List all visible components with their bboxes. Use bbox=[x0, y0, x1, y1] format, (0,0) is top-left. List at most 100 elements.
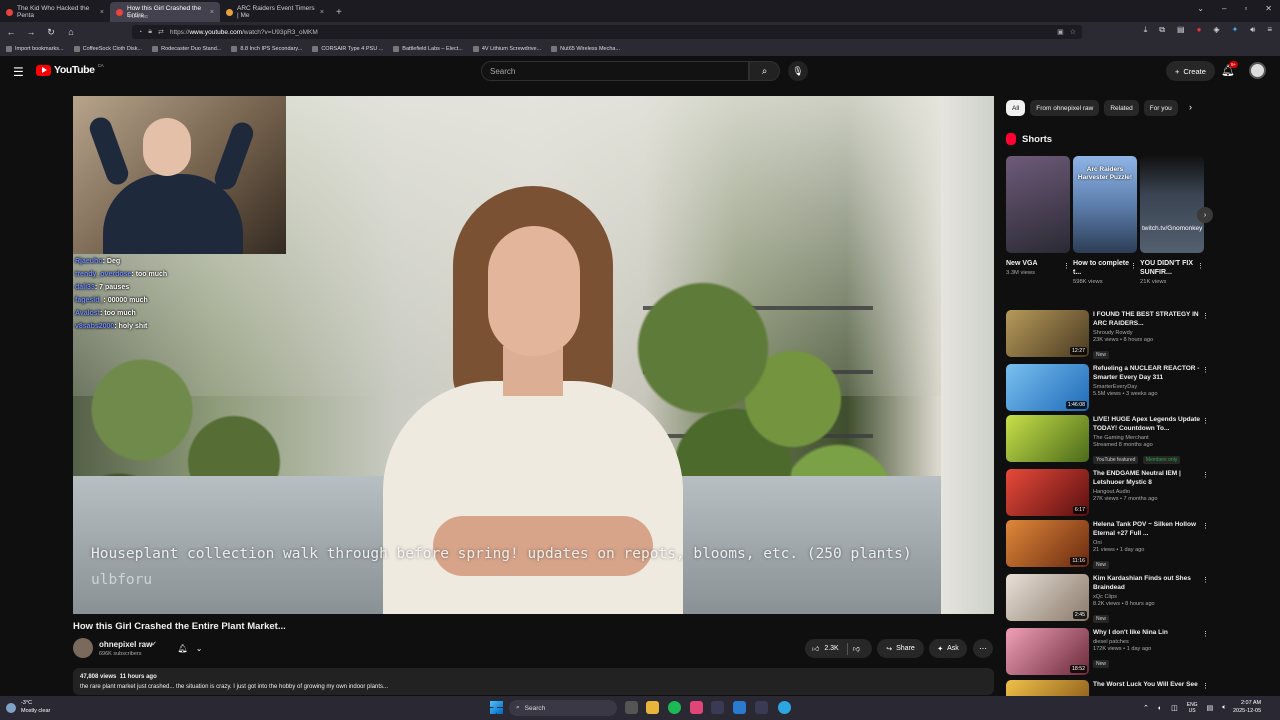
youtube-logo[interactable]: YouTube CA bbox=[36, 63, 104, 76]
create-button[interactable]: + Create bbox=[1166, 61, 1215, 81]
video-player[interactable]: Rjaeuho: Deg trendy_overdose: too much d… bbox=[73, 96, 994, 614]
more-vertical-icon[interactable]: ⋮ bbox=[1130, 262, 1137, 270]
video-channel[interactable]: diesel patches bbox=[1093, 639, 1201, 645]
video-thumbnail[interactable] bbox=[1006, 415, 1089, 462]
video-thumbnail[interactable] bbox=[1006, 680, 1089, 696]
file-explorer-icon[interactable] bbox=[646, 701, 659, 714]
telegram-icon[interactable] bbox=[778, 701, 791, 714]
new-tab-icon[interactable]: + bbox=[330, 7, 348, 22]
video-title[interactable]: Kim Kardashian Finds out Shes Braindead bbox=[1093, 574, 1201, 592]
bookmark-item[interactable]: Rodecaster Duo Stand... bbox=[152, 46, 221, 52]
short-title[interactable]: How to complete t... bbox=[1073, 259, 1137, 277]
extensions-icon[interactable]: ⧉ bbox=[1159, 25, 1165, 35]
close-icon[interactable]: × bbox=[210, 9, 214, 16]
network-icon[interactable]: ▤ bbox=[1207, 704, 1214, 712]
bookmark-item[interactable]: 4V Lithium Screwdrive... bbox=[472, 46, 541, 52]
bookmark-item[interactable]: Battlefield Labs – Elect... bbox=[393, 46, 463, 52]
voice-search-button[interactable]: 🎙︎ bbox=[788, 61, 808, 81]
video-title[interactable]: Refueling a NUCLEAR REACTOR - Smarter Ev… bbox=[1093, 364, 1201, 382]
task-view-icon[interactable] bbox=[625, 701, 638, 714]
chip-for-you[interactable]: For you bbox=[1143, 100, 1178, 116]
video-title[interactable]: Why I don't like Nina Lin bbox=[1093, 628, 1201, 637]
bookmark-star-icon[interactable]: ☆ bbox=[1070, 28, 1076, 36]
related-video[interactable]: The Worst Luck You Will Ever See ⋮ bbox=[1006, 680, 1211, 696]
more-vertical-icon[interactable]: ⋮ bbox=[1202, 417, 1209, 425]
video-channel[interactable]: Shroudy Rowdy bbox=[1093, 330, 1201, 336]
home-icon[interactable]: ⌂ bbox=[66, 27, 76, 37]
volume-icon[interactable]: 🔊︎ bbox=[1250, 25, 1255, 35]
share-button[interactable]: ↪ Share bbox=[877, 639, 924, 658]
chip-all[interactable]: All bbox=[1006, 100, 1026, 116]
search-button[interactable]: ⌕ bbox=[749, 61, 780, 81]
extension-icon[interactable]: ✦ bbox=[1232, 25, 1239, 35]
more-vertical-icon[interactable]: ⋮ bbox=[1202, 312, 1209, 320]
short-thumbnail[interactable]: twitch.tv/Gnomonkey bbox=[1140, 156, 1204, 253]
short-item[interactable]: New VGA 3.3M views ⋮ bbox=[1006, 156, 1070, 276]
more-vertical-icon[interactable]: ⋮ bbox=[1202, 522, 1209, 530]
shield-icon[interactable]: ◔ bbox=[138, 29, 142, 36]
more-vertical-icon[interactable]: ⋮ bbox=[1202, 366, 1209, 374]
video-title[interactable]: I FOUND THE BEST STRATEGY IN ARC RAIDERS… bbox=[1093, 310, 1201, 328]
more-vertical-icon[interactable]: ⋮ bbox=[1202, 576, 1209, 584]
more-vertical-icon[interactable]: ⋮ bbox=[1202, 471, 1209, 479]
chip-related[interactable]: Related bbox=[1104, 100, 1139, 116]
reload-icon[interactable]: ↻ bbox=[46, 27, 56, 38]
search-input[interactable]: Search bbox=[481, 61, 749, 81]
video-title[interactable]: The ENDGAME Neutral IEM | Letshuoer Myst… bbox=[1093, 469, 1201, 487]
video-channel[interactable]: The Gaming Merchant bbox=[1093, 435, 1201, 441]
hamburger-menu-icon[interactable]: ☰ bbox=[13, 65, 24, 79]
video-thumbnail[interactable]: 18:52 bbox=[1006, 628, 1089, 675]
bookmark-item[interactable]: CORSAIR Type 4 PSU ... bbox=[312, 46, 383, 52]
chevron-up-icon[interactable]: ⌃ bbox=[1143, 704, 1149, 712]
subscription-notification-button[interactable]: 🔔︎ ⌄ bbox=[170, 639, 210, 657]
firefox-icon[interactable] bbox=[690, 701, 703, 714]
minimize-icon[interactable]: – bbox=[1222, 4, 1226, 13]
taskbar-search[interactable]: ⌕ Search bbox=[509, 700, 617, 716]
video-channel[interactable]: Oni bbox=[1093, 540, 1201, 546]
app-tray-icon[interactable]: ◐ bbox=[1158, 705, 1162, 712]
picture-in-picture-icon[interactable]: ▣ bbox=[1057, 28, 1064, 36]
short-title[interactable]: New VGA bbox=[1006, 259, 1070, 268]
video-thumbnail[interactable]: 2:45 bbox=[1006, 574, 1089, 621]
thumbs-down-icon[interactable]: 👎︎ bbox=[853, 644, 860, 653]
bookmark-item[interactable]: CoffeeSock Cloth Disk... bbox=[73, 46, 142, 52]
bookmark-item[interactable]: Nut65 Wireless Mecha... bbox=[551, 46, 620, 52]
more-vertical-icon[interactable]: ⋮ bbox=[1197, 262, 1204, 270]
short-thumbnail[interactable]: Arc Raiders Harvester Puzzle! bbox=[1073, 156, 1137, 253]
windows-start-icon[interactable] bbox=[490, 701, 503, 714]
browser-tab[interactable]: ARC Raiders Event Timers | Me × bbox=[220, 2, 330, 22]
extension-icon[interactable]: ◈ bbox=[1213, 25, 1219, 35]
spotify-icon[interactable] bbox=[668, 701, 681, 714]
back-icon[interactable]: ← bbox=[6, 27, 16, 37]
video-title[interactable]: LIVE! HUGE Apex Legends Update TODAY! Co… bbox=[1093, 415, 1201, 433]
video-thumbnail[interactable]: 12:27 bbox=[1006, 310, 1089, 357]
video-thumbnail[interactable]: 6:17 bbox=[1006, 469, 1089, 516]
thumbs-up-icon[interactable]: 👍︎ bbox=[812, 644, 819, 653]
related-video[interactable]: 11:16 Helena Tank POV ~ Silken Hollow Et… bbox=[1006, 520, 1211, 572]
close-icon[interactable]: × bbox=[100, 9, 104, 16]
shorts-next-button[interactable]: › bbox=[1197, 207, 1213, 223]
system-clock[interactable]: 2:07 AM 2025-12-05 bbox=[1233, 700, 1261, 715]
bookmark-item[interactable]: Import bookmarks... bbox=[6, 46, 64, 52]
chevron-down-icon[interactable]: ⌄ bbox=[1197, 4, 1204, 13]
like-dislike-button[interactable]: 👍︎ 2.3K 👎︎ bbox=[805, 639, 872, 658]
permissions-icon[interactable]: ⇄ bbox=[158, 28, 164, 36]
extension-icon[interactable]: ▤ bbox=[1177, 25, 1185, 35]
app-icon[interactable] bbox=[711, 701, 724, 714]
video-title[interactable]: Helena Tank POV ~ Silken Hollow Eternal … bbox=[1093, 520, 1201, 538]
maximize-icon[interactable]: ▫ bbox=[1244, 4, 1247, 13]
more-vertical-icon[interactable]: ⋮ bbox=[1063, 262, 1070, 270]
bookmark-item[interactable]: 8.8 Inch IPS Secondary... bbox=[231, 46, 302, 52]
account-avatar[interactable] bbox=[1249, 62, 1266, 79]
chip-from-channel[interactable]: From ohnepixel raw bbox=[1030, 100, 1100, 116]
related-video[interactable]: 18:52 Why I don't like Nina Lin diesel p… bbox=[1006, 628, 1211, 680]
language-indicator[interactable]: ENG US bbox=[1187, 702, 1198, 714]
lock-icon[interactable]: 🔒︎ bbox=[148, 28, 152, 36]
related-video[interactable]: 12:27 I FOUND THE BEST STRATEGY IN ARC R… bbox=[1006, 310, 1211, 362]
short-thumbnail[interactable] bbox=[1006, 156, 1070, 253]
description-box[interactable]: 47,808 views 11 hours ago the rare plant… bbox=[73, 668, 994, 695]
app-icon[interactable] bbox=[755, 701, 768, 714]
extension-icon[interactable]: ● bbox=[1197, 25, 1202, 35]
close-icon[interactable]: × bbox=[320, 9, 324, 16]
more-actions-button[interactable]: ⋯ bbox=[973, 639, 993, 658]
